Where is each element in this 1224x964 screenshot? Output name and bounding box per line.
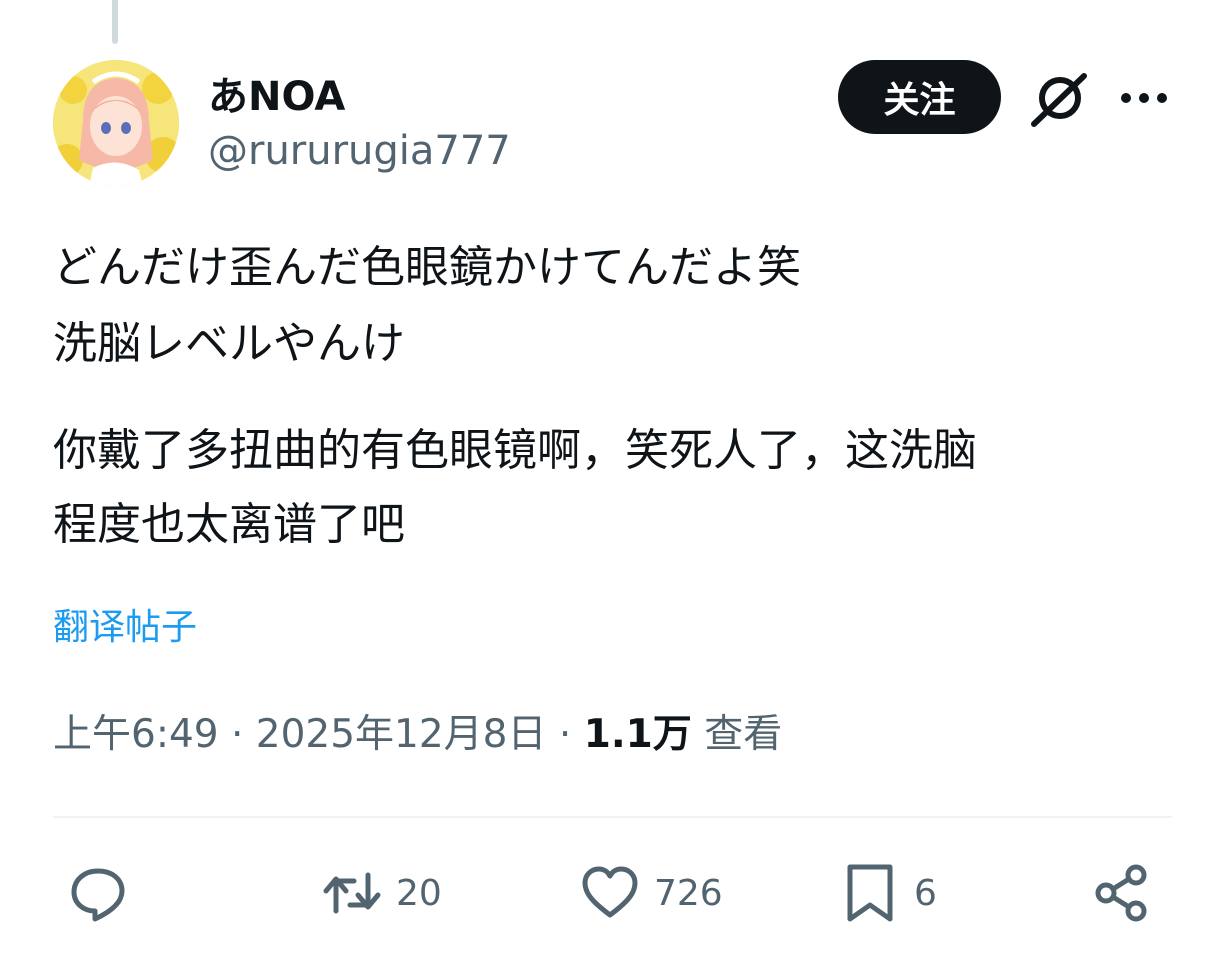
retweet-button[interactable]: 20: [322, 860, 442, 926]
author-handle[interactable]: @rururugia777: [208, 128, 511, 174]
follow-button[interactable]: 关注: [838, 60, 1001, 134]
meta-separator: ·: [218, 712, 256, 757]
reply-icon: [71, 868, 125, 922]
grok-icon[interactable]: [1028, 72, 1088, 128]
post-time[interactable]: 上午6:49: [53, 712, 219, 757]
post-text-line: 洗脳レベルやんけ: [53, 318, 405, 369]
more-options-icon[interactable]: [1118, 86, 1170, 110]
translated-text-line: 程度也太离谱了吧: [53, 499, 405, 550]
meta-separator: ·: [546, 712, 584, 757]
share-icon: [1095, 864, 1147, 922]
views-label: 查看: [691, 712, 783, 757]
reply-button[interactable]: [68, 860, 128, 926]
thread-connector-line: [112, 0, 118, 44]
retweet-icon: [323, 872, 381, 914]
share-button[interactable]: [1092, 860, 1152, 926]
author-display-name[interactable]: あNOA: [208, 64, 345, 122]
avatar-image: [53, 60, 179, 186]
views-count[interactable]: 1.1万: [584, 712, 692, 757]
avatar[interactable]: [53, 60, 179, 186]
retweet-count: 20: [396, 872, 442, 914]
like-count: 726: [654, 872, 723, 914]
bookmark-button[interactable]: 6: [840, 860, 937, 926]
post-date[interactable]: 2025年12月8日: [256, 712, 547, 757]
bookmark-count: 6: [914, 872, 937, 914]
divider: [53, 816, 1172, 818]
translated-text-line: 你戴了多扭曲的有色眼镜啊，笑死人了，这洗脑: [53, 425, 977, 476]
post-metadata: 上午6:49 · 2025年12月8日 · 1.1万 查看: [53, 703, 782, 759]
translate-post-link[interactable]: 翻译帖子: [53, 598, 197, 650]
post-text-line: どんだけ歪んだ色眼鏡かけてんだよ笑: [53, 242, 801, 293]
heart-icon: [582, 866, 638, 918]
like-button[interactable]: 726: [580, 860, 723, 926]
bookmark-icon: [847, 864, 893, 922]
